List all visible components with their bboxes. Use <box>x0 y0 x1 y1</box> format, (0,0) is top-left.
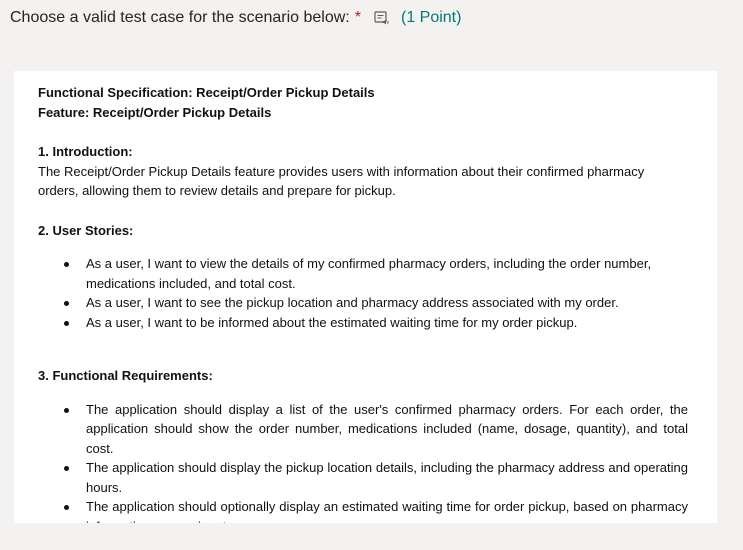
requirements-list: The application should display a list of… <box>38 400 688 523</box>
requirements-heading: 3. Functional Requirements: <box>38 368 213 383</box>
spec-title: Functional Specification: Receipt/Order … <box>38 85 375 100</box>
list-item: The application should optionally displa… <box>64 497 688 523</box>
immersive-reader-icon[interactable] <box>373 9 391 27</box>
spec-image: Functional Specification: Receipt/Order … <box>14 71 717 523</box>
intro-text: The Receipt/Order Pickup Details feature… <box>38 163 645 199</box>
required-marker: * <box>354 8 361 26</box>
question-header: Choose a valid test case for the scenari… <box>10 8 461 27</box>
spec-feature: Feature: Receipt/Order Pickup Details <box>38 104 272 120</box>
intro-heading: 1. Introduction: <box>38 144 133 159</box>
stories-heading: 2. User Stories: <box>38 222 134 238</box>
list-item: As a user, I want to be informed about t… <box>64 313 688 333</box>
question-text: Choose a valid test case for the scenari… <box>10 8 350 26</box>
list-item: As a user, I want to view the details of… <box>64 254 688 293</box>
list-item: The application should display the picku… <box>64 458 688 497</box>
list-item: The application should display a list of… <box>64 400 688 459</box>
spec-document: Functional Specification: Receipt/Order … <box>38 83 688 523</box>
list-item: As a user, I want to see the pickup loca… <box>64 293 688 313</box>
stories-list: As a user, I want to view the details of… <box>38 254 688 332</box>
points-label: (1 Point) <box>400 8 462 26</box>
